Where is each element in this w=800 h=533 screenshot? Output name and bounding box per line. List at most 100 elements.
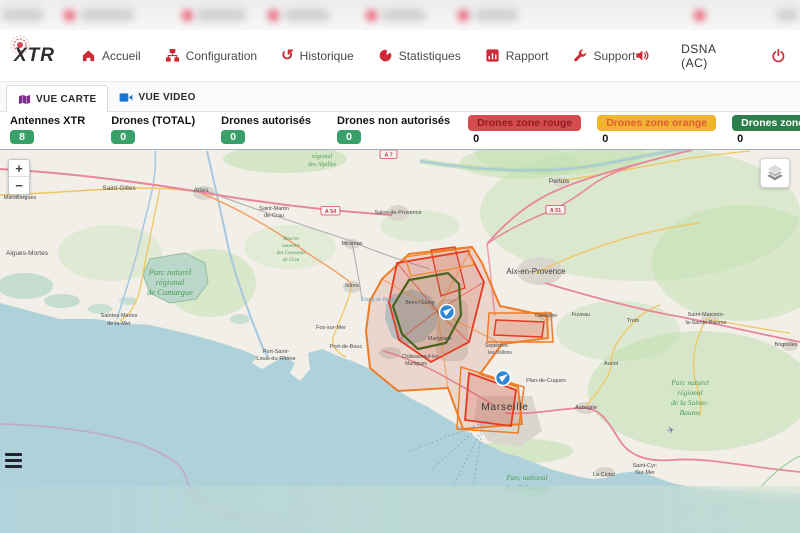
map-label: des Coussouls	[277, 251, 306, 256]
video-icon	[119, 92, 133, 103]
menu-item-statistiques[interactable]: Statistiques	[378, 48, 461, 63]
xtr-logo[interactable]: XTR	[14, 45, 55, 67]
blurred-header-echo	[0, 0, 800, 30]
zone-pill: Drones zone orange	[597, 115, 716, 131]
map-label: Fos-sur-Mer	[316, 325, 346, 331]
counter-label: Drones non autorisés	[337, 115, 450, 127]
map-label: des Alpilles	[308, 162, 336, 168]
map-label: Port-de-Bouc	[330, 344, 363, 350]
map-label: Miramas	[341, 241, 362, 247]
map-label: de-la-Mer	[107, 321, 131, 327]
map-label: de-Crau	[264, 213, 284, 219]
counter-antennes: Antennes XTR 8	[10, 115, 85, 144]
home-icon	[81, 48, 96, 63]
app-window: XTR Accueil Configuration ↺ Historique	[0, 0, 800, 533]
zone-count: 0	[473, 133, 479, 145]
stats-bar: Antennes XTR 8 Drones (TOTAL) 0 Drones a…	[0, 112, 800, 149]
menu-label: Configuration	[186, 49, 257, 63]
speaker-icon[interactable]	[635, 48, 651, 63]
map-container[interactable]: A 7 A 54 A 51 ✈ Marsillargues Saint-Gill…	[0, 149, 800, 533]
map-label: Arles	[194, 187, 210, 194]
blurred-footer-band	[0, 486, 800, 533]
map-label: Saint-Martin	[259, 206, 289, 212]
counter-badge: 0	[221, 130, 245, 144]
power-icon[interactable]	[771, 48, 786, 64]
map-label: Port-Saint-	[263, 349, 289, 355]
navbar: XTR Accueil Configuration ↺ Historique	[0, 30, 800, 82]
map-label: Parc naturel	[148, 267, 192, 277]
map-label: de Camargue	[147, 287, 193, 297]
menu-item-rapport[interactable]: Rapport	[485, 48, 549, 63]
map-label: naturelle	[282, 244, 301, 249]
counter-label: Drones autorisés	[221, 115, 311, 127]
layers-icon	[766, 164, 784, 182]
map-label: Plan-de-Cuques	[526, 378, 566, 384]
counter-badge: 0	[337, 130, 361, 144]
map-label: Parc naturel	[670, 378, 709, 387]
main-menu: Accueil Configuration ↺ Historique Stati…	[81, 48, 635, 63]
menu-label: Rapport	[506, 49, 549, 63]
map-label: Berre-l'Étang	[405, 299, 434, 306]
counter-drones-non-autorises: Drones non autorisés 0	[337, 115, 450, 144]
navbar-right: DSNA (AC)	[635, 42, 786, 70]
map-label: Fuveau	[572, 312, 590, 318]
view-tabs: VUE CARTE VUE VIDEO	[0, 82, 800, 112]
antenna-marker[interactable]	[440, 305, 455, 320]
map-label: Salon-de-Provence	[374, 210, 421, 216]
menu-label: Statistiques	[399, 49, 461, 63]
hamburger-menu-icon[interactable]	[5, 453, 22, 471]
antenna-marker[interactable]	[496, 371, 511, 386]
route-shield: A 7	[384, 153, 392, 159]
tab-vue-video[interactable]: VUE VIDEO	[108, 84, 206, 111]
map-label: Aix-en-Provence	[506, 267, 566, 276]
map-label: Marseille	[481, 402, 528, 413]
map-label: Gardanne	[535, 313, 557, 319]
menu-item-historique[interactable]: ↺ Historique	[281, 48, 354, 63]
menu-label: Support	[593, 49, 635, 63]
map-label: Réserve	[282, 237, 300, 242]
zone-pill: Drones zone verte	[732, 115, 800, 131]
map-label: de la Sainte-	[671, 398, 709, 407]
map-label: Saintes-Maries	[101, 313, 138, 319]
zone-pill: Drones zone rouge	[468, 115, 581, 131]
map-label: Pertuis	[549, 178, 570, 185]
map-label: Châteauneuf-les-	[402, 354, 441, 360]
map-label: Brignoles	[775, 342, 798, 348]
layers-button[interactable]	[760, 158, 790, 188]
tab-label: VUE CARTE	[36, 94, 96, 105]
history-icon: ↺	[281, 48, 294, 63]
menu-item-configuration[interactable]: Configuration	[165, 48, 257, 63]
map-canvas[interactable]: A 7 A 54 A 51 ✈ Marsillargues Saint-Gill…	[0, 149, 800, 533]
menu-label: Accueil	[102, 49, 141, 63]
menu-item-accueil[interactable]: Accueil	[81, 48, 141, 63]
tab-label: VUE VIDEO	[138, 92, 195, 103]
zone-rouge: Drones zone rouge 0	[468, 115, 581, 145]
zone-count: 0	[602, 133, 608, 145]
counter-drones-total: Drones (TOTAL) 0	[111, 115, 195, 144]
map-label: Marsillargues	[4, 195, 37, 201]
menu-label: Historique	[300, 49, 354, 63]
map-label: Auriol	[604, 361, 618, 367]
menu-item-support[interactable]: Support	[572, 48, 635, 63]
tab-vue-carte[interactable]: VUE CARTE	[6, 85, 108, 112]
route-shield: A 54	[325, 209, 337, 215]
map-label: régional	[312, 154, 333, 160]
map-label: régional	[156, 277, 185, 287]
map-label: Aubagne	[575, 405, 597, 411]
wrench-icon	[572, 48, 587, 63]
pie-chart-icon	[378, 48, 393, 63]
map-label: de Crau	[283, 258, 300, 263]
counter-badge: 8	[10, 130, 34, 144]
map-label: les Vallons	[488, 350, 512, 356]
zoom-in-button[interactable]: +	[9, 160, 29, 177]
user-label[interactable]: DSNA (AC)	[681, 42, 741, 70]
map-label: Trets	[627, 318, 640, 324]
zoom-out-button[interactable]: −	[9, 177, 29, 194]
map-label: Aigues-Mortes	[6, 250, 49, 257]
zone-verte: Drones zone verte 0	[732, 115, 800, 145]
counter-badge: 0	[111, 130, 135, 144]
map-label: Baume	[680, 408, 701, 417]
counter-drones-autorises: Drones autorisés 0	[221, 115, 311, 144]
map-icon	[18, 93, 31, 105]
route-shield: A 51	[550, 208, 561, 214]
